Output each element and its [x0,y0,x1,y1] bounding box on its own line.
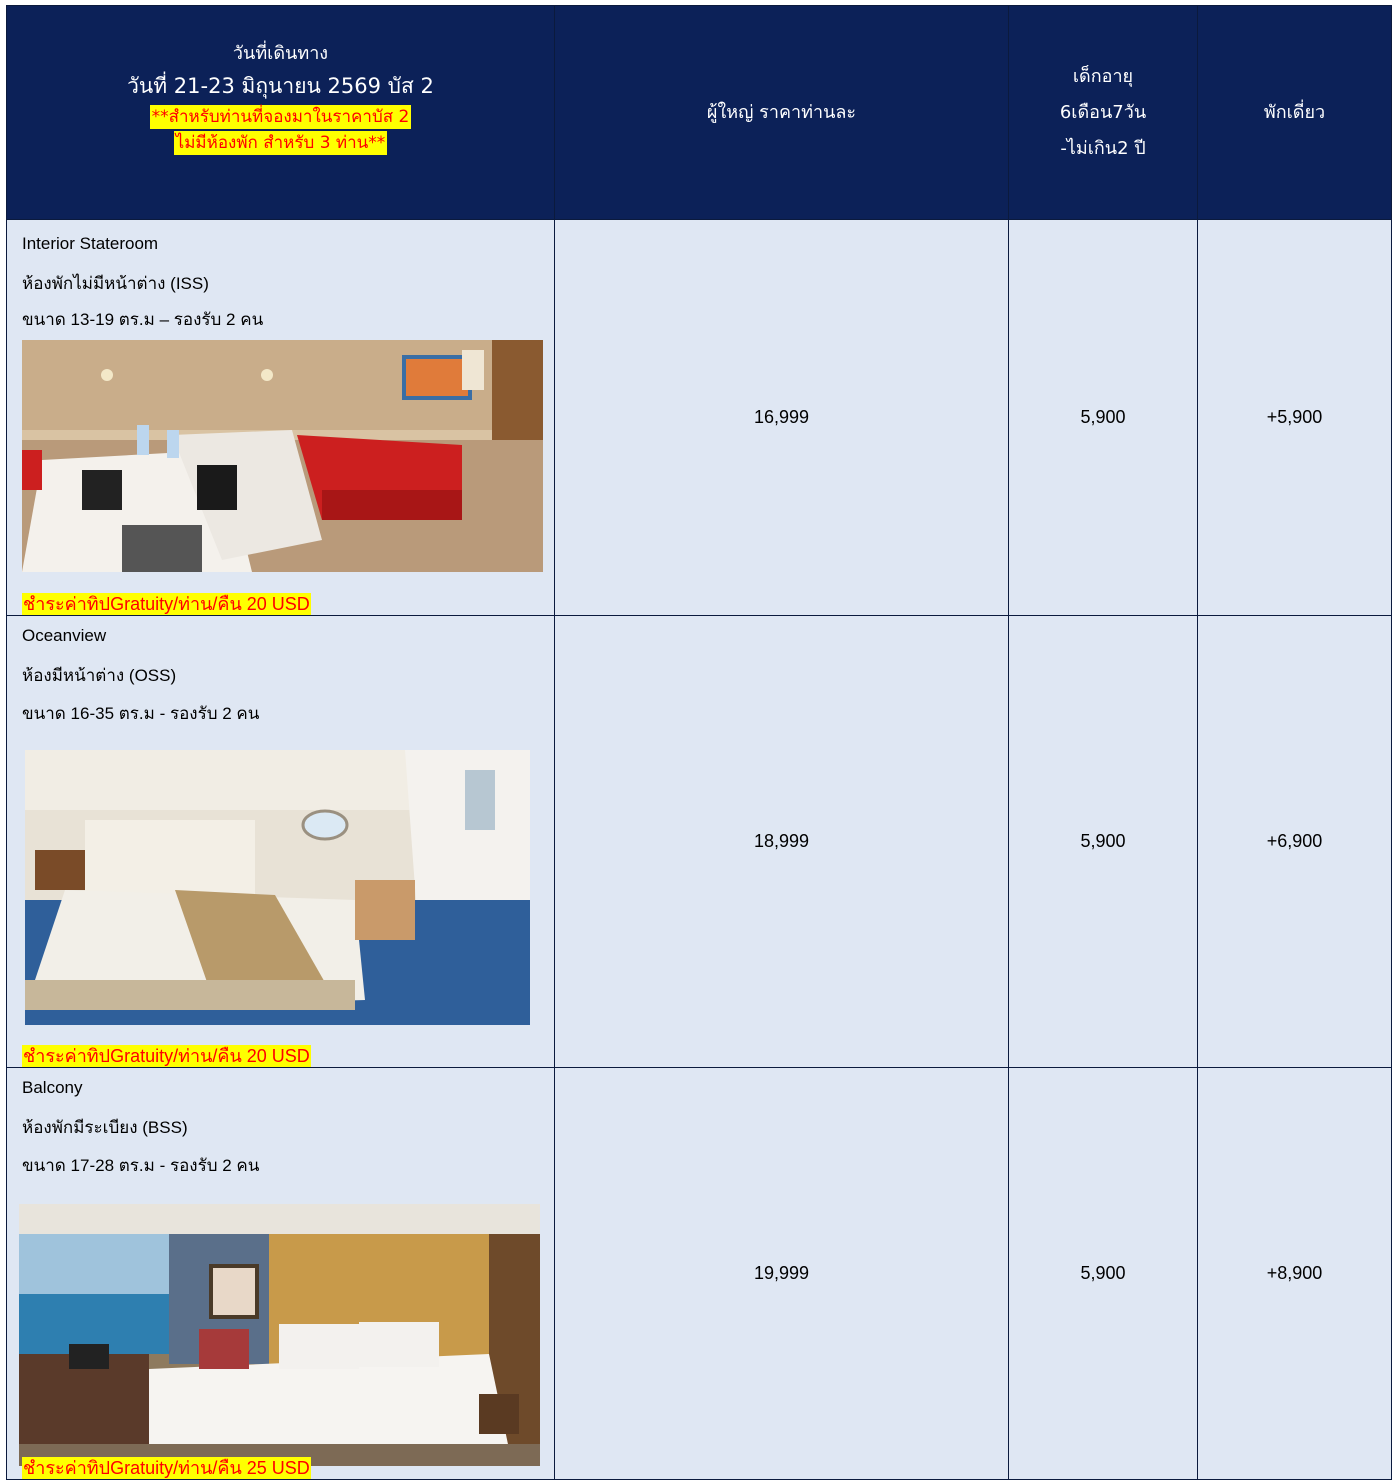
room-row-interior: Interior Stateroom ห้องพักไม่มีหน้าต่าง … [6,219,1392,616]
room-name-th: ห้องมีหน้าต่าง (OSS) [22,666,177,685]
balcony-photo [19,1204,540,1466]
interior-stateroom-photo [22,340,543,572]
gratuity-note: ชำระค่าทิปGratuity/ท่าน/คืน 25 USD [22,1457,311,1479]
single-supplement: +5,900 [1197,219,1392,616]
bus-note-line2: ไม่มีห้องพัก สำหรับ 3 ท่าน** [173,130,388,155]
child-label-line3: -ไม่เกิน2 ปี [1060,137,1146,159]
room-size: ขนาด 17-28 ตร.ม - รองรับ 2 คน [22,1156,260,1175]
room-name-en: Interior Stateroom [22,234,159,253]
oceanview-photo [25,750,530,1025]
bus-note-line1: **สำหรับท่านที่จองมาในราคาบัส 2 [149,104,412,129]
room-info-cell: Oceanview ห้องมีหน้าต่าง (OSS) ขนาด 16-3… [6,615,555,1068]
adult-price: 18,999 [554,615,1009,1068]
child-price: 5,900 [1008,219,1198,616]
child-label-line1: เด็กอายุ [1072,65,1134,87]
room-size: ขนาด 16-35 ตร.ม - รองรับ 2 คน [22,704,260,723]
room-row-oceanview: Oceanview ห้องมีหน้าต่าง (OSS) ขนาด 16-3… [6,615,1392,1068]
adult-price: 19,999 [554,1067,1009,1480]
header-child-price: เด็กอายุ 6เดือน7วัน -ไม่เกิน2 ปี [1008,5,1198,220]
single-supplement: +6,900 [1197,615,1392,1068]
single-supplement-label: พักเดี่ยว [1263,101,1326,123]
gratuity-note: ชำระค่าทิปGratuity/ท่าน/คืน 20 USD [22,593,311,615]
adult-price-label: ผู้ใหญ่ ราคาท่านละ [706,101,857,123]
header-row: วันที่เดินทาง วันที่ 21-23 มิถุนายน 2569… [6,5,1392,220]
travel-date: วันที่ 21-23 มิถุนายน 2569 บัส 2 [127,73,434,98]
room-size: ขนาด 13-19 ตร.ม – รองรับ 2 คน [22,310,264,329]
room-name-th: ห้องพักมีระเบียง (BSS) [22,1118,188,1137]
header-adult-price: ผู้ใหญ่ ราคาท่านละ [554,5,1009,220]
header-travel-date: วันที่เดินทาง วันที่ 21-23 มิถุนายน 2569… [6,5,555,220]
header-single-supplement: พักเดี่ยว [1197,5,1392,220]
single-supplement: +8,900 [1197,1067,1392,1480]
room-name-en: Balcony [22,1078,83,1097]
price-table: วันที่เดินทาง วันที่ 21-23 มิถุนายน 2569… [6,5,1392,1480]
room-info-cell: Interior Stateroom ห้องพักไม่มีหน้าต่าง … [6,219,555,616]
gratuity-note: ชำระค่าทิปGratuity/ท่าน/คืน 20 USD [22,1045,311,1067]
room-info-cell: Balcony ห้องพักมีระเบียง (BSS) ขนาด 17-2… [6,1067,555,1480]
travel-label: วันที่เดินทาง [232,42,329,64]
room-row-balcony: Balcony ห้องพักมีระเบียง (BSS) ขนาด 17-2… [6,1067,1392,1480]
child-price: 5,900 [1008,1067,1198,1480]
room-name-en: Oceanview [22,626,107,645]
child-label-line2: 6เดือน7วัน [1059,101,1147,123]
child-price: 5,900 [1008,615,1198,1068]
adult-price: 16,999 [554,219,1009,616]
room-name-th: ห้องพักไม่มีหน้าต่าง (ISS) [22,274,209,293]
